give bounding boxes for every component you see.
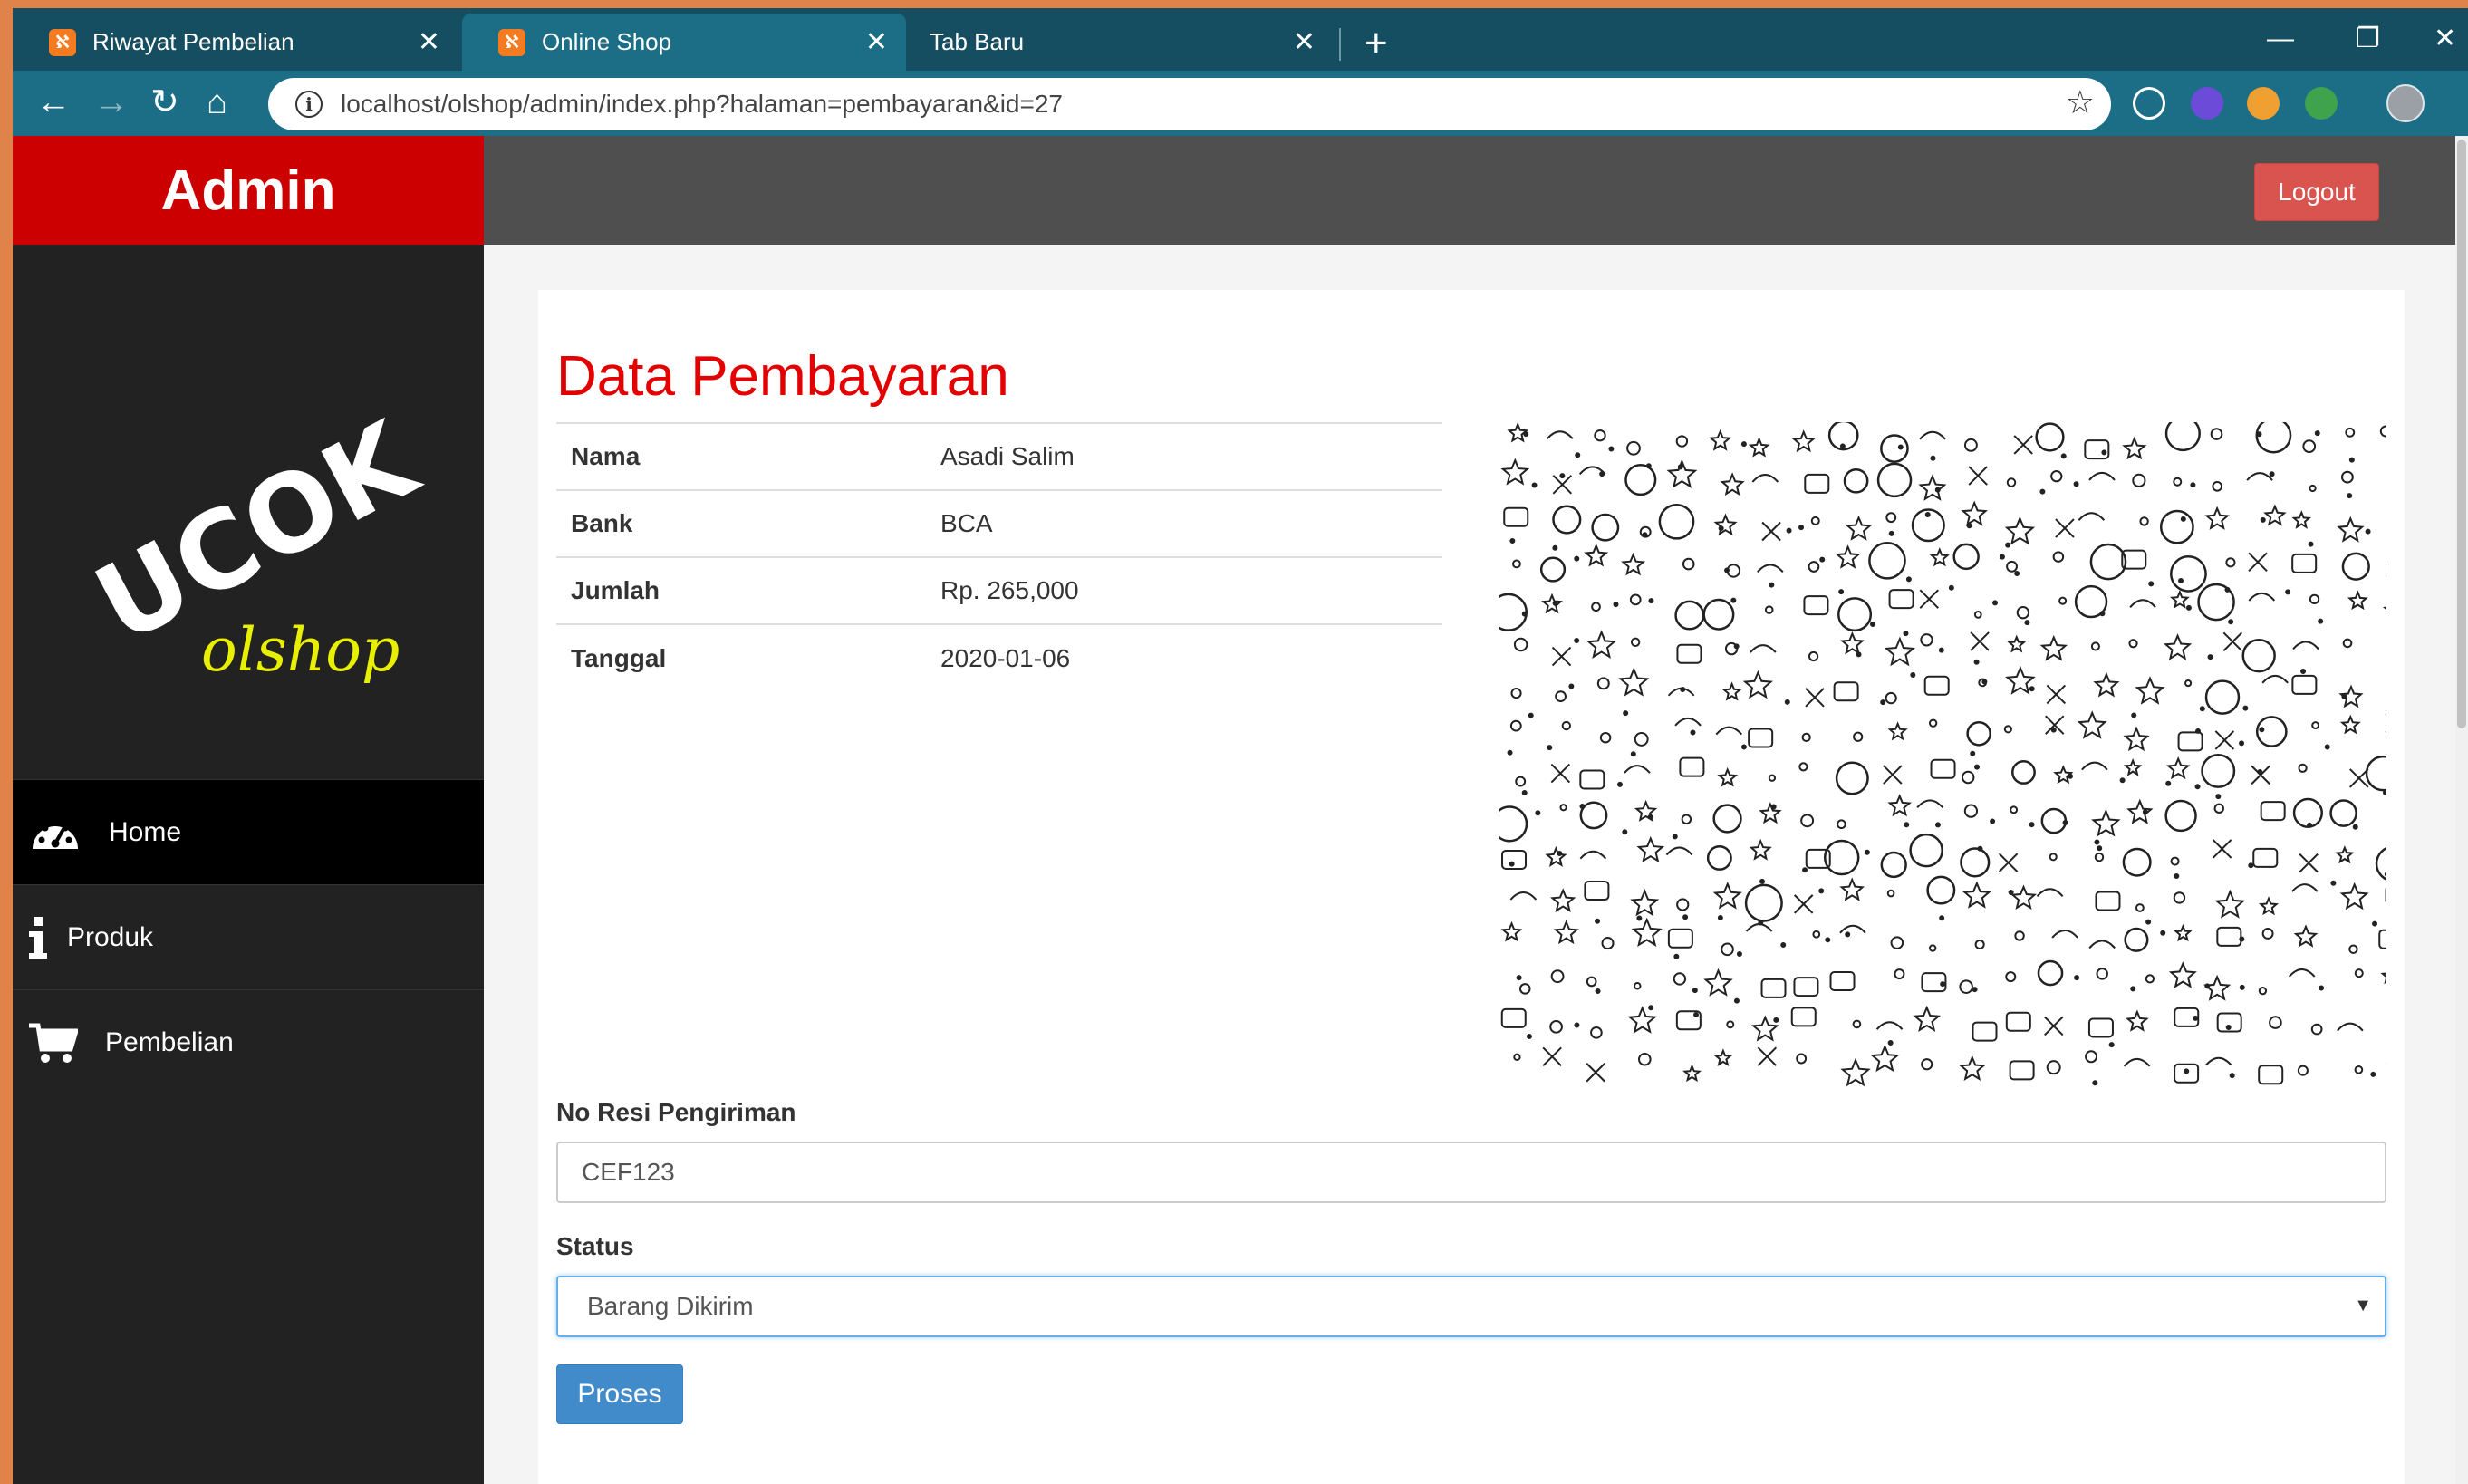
window-border-left [0, 8, 13, 1484]
tab-title: Riwayat Pembelian [92, 28, 294, 55]
browser-tabbar: ℵ Riwayat Pembelian ✕ ℵ Online Shop ✕ Ta… [13, 8, 2468, 71]
logout-button[interactable]: Logout [2254, 163, 2379, 221]
admin-brand: Admin [13, 136, 484, 245]
detail-key: Tanggal [556, 623, 926, 691]
home-icon[interactable]: ⌂ [207, 82, 227, 123]
chevron-down-icon: ▼ [2354, 1296, 2372, 1315]
page-content: Admin Logout UCOK olshop Home Produk Pem… [13, 136, 2468, 1484]
profile-avatar[interactable] [2386, 84, 2425, 122]
proses-button[interactable]: Proses [556, 1364, 683, 1424]
browser-menu-icon[interactable]: ⋮ [2454, 80, 2468, 118]
detail-key: Bank [556, 489, 926, 557]
close-icon[interactable]: ✕ [1293, 26, 1316, 58]
speed-extension-icon[interactable] [2133, 87, 2165, 120]
leaf-extension-icon[interactable] [2305, 87, 2338, 120]
top-navbar: Logout [484, 136, 2468, 245]
sidebar-item-label: Produk [67, 921, 154, 952]
sidebar-item-pembelian[interactable]: Pembelian [13, 989, 484, 1094]
payment-panel: Data Pembayaran Nama Asadi Salim Bank BC… [538, 290, 2405, 1484]
sidebar-item-produk[interactable]: Produk [13, 884, 484, 989]
scrollbar-thumb[interactable] [2457, 140, 2466, 728]
detail-value: Asadi Salim [926, 422, 1442, 490]
new-tab-icon[interactable]: + [1364, 21, 1388, 66]
tab-title: Online Shop [542, 28, 672, 55]
tab-online-shop[interactable]: ℵ Online Shop ✕ [462, 14, 906, 71]
minimize-icon[interactable]: — [2267, 21, 2294, 57]
ucok-olshop-logo: UCOK olshop [76, 408, 429, 685]
page-scrollbar[interactable] [2455, 136, 2468, 1484]
status-label: Status [556, 1232, 634, 1260]
tab-separator [1339, 28, 1341, 61]
tab-riwayat-pembelian[interactable]: ℵ Riwayat Pembelian ✕ [13, 14, 458, 71]
xampp-icon: ℵ [498, 28, 525, 56]
logo-olshop-text: olshop [201, 615, 400, 685]
window-close-icon[interactable]: ✕ [2434, 21, 2456, 57]
resi-input[interactable]: CEF123 [556, 1142, 2386, 1203]
payment-proof-image [1499, 422, 2386, 1094]
xampp-icon: ℵ [49, 28, 76, 56]
cube-extension-icon[interactable] [2191, 87, 2223, 120]
browser-toolbar: ← → ↻ ⌂ i localhost/olshop/admin/index.p… [13, 71, 2468, 136]
site-info-icon[interactable]: i [295, 91, 323, 118]
detail-value: 2020-01-06 [926, 623, 1442, 691]
bookmark-star-icon[interactable]: ☆ [2066, 83, 2095, 121]
tab-baru[interactable]: Tab Baru ✕ [910, 14, 1334, 71]
status-selected-value: Barang Dikirim [587, 1292, 754, 1320]
forward-icon[interactable]: → [94, 82, 129, 123]
detail-value: BCA [926, 489, 1442, 557]
sidebar-item-label: Pembelian [105, 1026, 234, 1057]
dashboard-icon [29, 813, 82, 853]
close-icon[interactable]: ✕ [865, 26, 888, 58]
detail-key: Jumlah [556, 556, 926, 624]
back-icon[interactable]: ← [36, 82, 71, 123]
cart-icon [29, 1022, 78, 1064]
detail-key: Nama [556, 422, 926, 490]
table-row: Nama Asadi Salim [556, 422, 1442, 490]
tab-title: Tab Baru [930, 28, 1025, 55]
table-row: Tanggal 2020-01-06 [556, 623, 1442, 691]
face-extension-icon[interactable] [2247, 87, 2280, 120]
info-icon [29, 916, 47, 959]
status-select[interactable]: Barang Dikirim ▼ [556, 1276, 2386, 1337]
sidebar-item-label: Home [109, 816, 182, 847]
address-bar[interactable]: i localhost/olshop/admin/index.php?halam… [268, 78, 2111, 130]
page-title: Data Pembayaran [556, 345, 1009, 408]
restore-icon[interactable]: ❐ [2356, 21, 2380, 57]
reload-icon[interactable]: ↻ [150, 82, 179, 123]
url-text[interactable]: localhost/olshop/admin/index.php?halaman… [341, 90, 1063, 119]
table-row: Bank BCA [556, 489, 1442, 557]
sidebar: UCOK olshop Home Produk Pembelian [13, 245, 484, 1484]
detail-value: Rp. 265,000 [926, 556, 1442, 624]
resi-label: No Resi Pengiriman [556, 1098, 796, 1126]
sidebar-item-home[interactable]: Home [13, 779, 484, 884]
window-border [0, 0, 2468, 8]
close-icon[interactable]: ✕ [418, 26, 440, 58]
table-row: Jumlah Rp. 265,000 [556, 556, 1442, 624]
payment-details-table: Nama Asadi Salim Bank BCA Jumlah Rp. 265… [556, 422, 1442, 691]
